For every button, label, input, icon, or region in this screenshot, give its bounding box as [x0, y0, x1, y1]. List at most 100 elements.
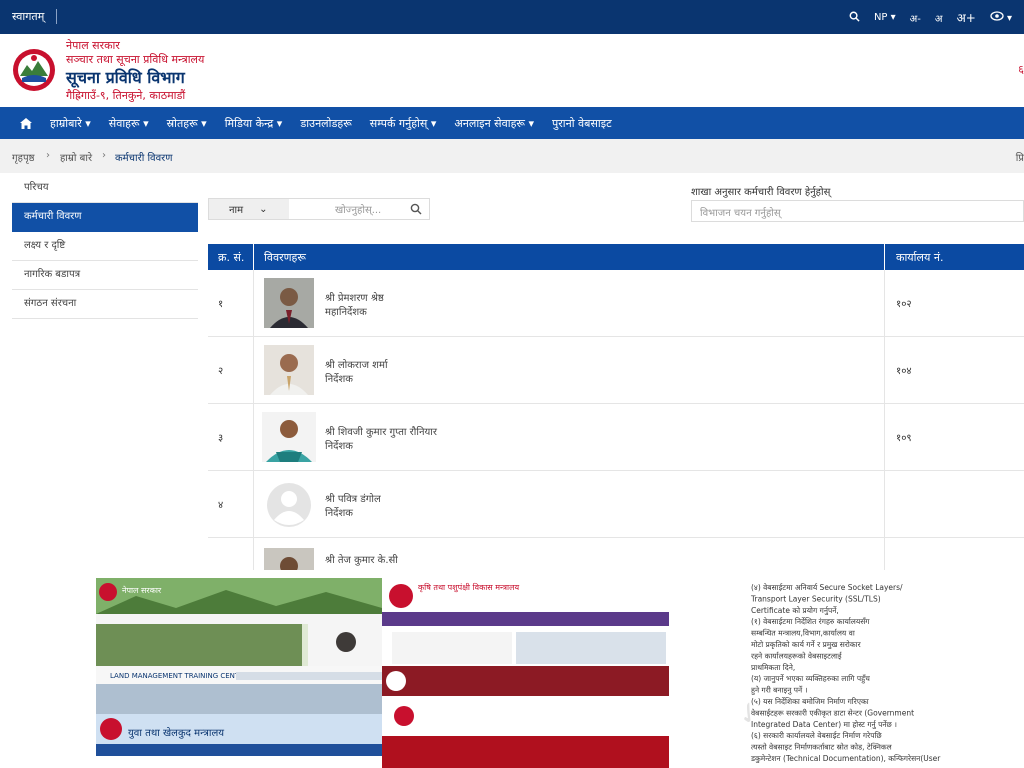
collage-site-4 — [382, 666, 669, 768]
collage-site-5: युवा तथा खेलकुद मन्त्रालय — [96, 714, 382, 768]
document-line: वेबसाईटहरू सरकारी एकीकृत डाटा सेन्टर (Go… — [751, 708, 914, 718]
collage-site-2-title: कृषि तथा पशुपंक्षी विकास मन्त्रालय — [418, 582, 520, 593]
collage-site-1: नेपाल सरकार — [96, 578, 382, 670]
collage-site-2: कृषि तथा पशुपंक्षी विकास मन्त्रालय — [382, 578, 669, 670]
document-line: त्यस्तो वेबसाइट निर्माणकर्ताबाट स्रोत को… — [751, 743, 893, 752]
table-row: श्री तेज कुमार के.सी — [208, 538, 1024, 570]
staff-name: श्री लोकराज शर्मा — [325, 360, 388, 371]
sidebar-item-introduction[interactable]: परिचय — [12, 174, 198, 203]
nav-item-resources[interactable]: स्रोतहरू ▾ — [167, 116, 207, 131]
chevron-right-icon: › — [102, 150, 106, 161]
breadcrumb-about[interactable]: हाम्रो बारे — [60, 150, 92, 164]
document-line: Transport Layer Security (SSL/TLS) — [750, 594, 881, 603]
staff-name: श्री तेज कुमार के.सी — [325, 555, 398, 566]
breadcrumb-home[interactable]: गृहपृष्ठ — [12, 150, 35, 164]
header-edge-text: ६ — [1018, 63, 1024, 76]
sidebar-item-vision[interactable]: लक्ष्य र दृष्टि — [12, 232, 198, 261]
document-line: डकुमेन्टेशन (Technical Documentation), क… — [750, 754, 941, 764]
document-line: (६) सरकारी कार्यालयले वेबसाईट निर्माण गर… — [751, 731, 882, 740]
nav-item-contact[interactable]: सम्पर्क गर्नुहोस् ▾ — [370, 116, 437, 131]
collage-site-4-title: युवा तथा खेलकुद मन्त्रालय — [128, 727, 224, 739]
font-smaller-button[interactable]: अ- — [910, 11, 921, 25]
header-office: कार्यालय नं. — [896, 251, 944, 264]
staff-role: निर्देशक — [325, 508, 353, 519]
staff-photo — [262, 412, 316, 462]
table-row: २ श्री लोकराज शर्मा निर्देशक १०४ — [208, 337, 1024, 404]
home-icon[interactable] — [16, 107, 36, 139]
search-field-select[interactable]: नाम ⌄ — [209, 199, 289, 219]
chevron-right-icon: › — [46, 150, 50, 161]
department-title: सूचना प्रविधि विभाग — [66, 68, 185, 87]
document-line: मोटो प्रकृतिको कार्य गर्ने र प्रमुख सरोक… — [751, 640, 862, 650]
staff-name: श्री शिवजी कुमार गुप्ता रौनियार — [325, 427, 437, 438]
utility-controls: NP ▾ अ- अ अ+ ▾ — [849, 9, 1012, 26]
document-line: Integrated Data Center) मा होस्ट गर्नु प… — [751, 720, 897, 730]
breadcrumb-edge-text: प्रि — [1015, 153, 1024, 164]
staff-photo — [264, 278, 314, 328]
document-line: (४) वेबसाईटमा अनिवार्य Secure Socket Lay… — [751, 583, 903, 592]
search-icon[interactable] — [403, 199, 429, 219]
language-select[interactable]: NP ▾ — [874, 12, 896, 23]
staff-table: क्र. सं. विवरणहरू कार्यालय नं. १ श्री प्… — [208, 244, 1024, 570]
emblem-logo[interactable] — [12, 48, 56, 92]
nav-item-online-services[interactable]: अनलाइन सेवाहरू ▾ — [454, 116, 534, 131]
language-label: NP — [873, 12, 888, 23]
staff-name: श्री प्रेमशरण श्रेष्ठ — [325, 293, 384, 304]
document-line: (य) जानुपर्ने भएका व्यक्तिहरुका लागि पहु… — [751, 674, 870, 684]
header-details: विवरणहरू — [264, 251, 306, 264]
government-label: नेपाल सरकार — [66, 39, 120, 52]
header-sn: क्र. सं. — [218, 251, 245, 264]
sidebar-item-staff-details[interactable]: कर्मचारी विवरण — [12, 203, 198, 232]
website-collage-overlay: नेपाल सरकार कृषि तथा पशुपंक्षी विकास मन्… — [96, 578, 1024, 768]
staff-photo — [264, 345, 314, 395]
sidebar-item-org-structure[interactable]: संगठन संरचना — [12, 290, 198, 319]
staff-name: श्री पवित्र डंगोल — [325, 494, 381, 505]
nav-item-about[interactable]: हाम्रोबारे ▾ — [50, 116, 91, 131]
welcome-text: स्वागतम् — [12, 9, 58, 24]
row-sn: ३ — [218, 433, 224, 444]
address-label: गैह्रिगाउँ-९, तिनकुने, काठमाडौं — [66, 89, 186, 102]
search-icon[interactable] — [849, 11, 860, 25]
nav-item-media-center[interactable]: मिडिया केन्द्र ▾ — [225, 116, 283, 131]
document-line: रहने कार्यालयहरूको वेबसाइटलाई — [751, 651, 843, 660]
row-sn: ४ — [218, 500, 224, 511]
collage-site-3: LAND MANAGEMENT TRAINING CENTER — [96, 666, 382, 716]
table-row: १ श्री प्रेमशरण श्रेष्ठ महानिर्देशक १०२ — [208, 270, 1024, 337]
font-larger-button[interactable]: अ+ — [957, 9, 976, 26]
document-line: (१) वेबसाईटमा निर्देशित रंगहरु कार्यालयस… — [751, 617, 870, 626]
chevron-down-icon: ▾ — [890, 12, 896, 23]
row-sn: २ — [218, 366, 224, 377]
breadcrumb: गृहपृष्ठ › हाम्रो बारे › कर्मचारी विवरण … — [0, 139, 1024, 173]
collage-site-3-title: LAND MANAGEMENT TRAINING CENTER — [110, 672, 249, 680]
ministry-label: सञ्चार तथा सूचना प्रविधि मन्त्रालय — [66, 53, 205, 66]
nav-item-services[interactable]: सेवाहरू ▾ — [109, 116, 149, 131]
branch-select[interactable]: विभाजन चयन गर्नुहोस् — [691, 200, 1024, 222]
nav-item-downloads[interactable]: डाउनलोडहरू — [300, 116, 351, 131]
document-line: (५) यस निर्देशिका बमोजिम निर्माण गरिएका — [751, 697, 870, 706]
document-line: प्राथमिकता दिने, — [751, 663, 795, 672]
main-nav: हाम्रोबारे ▾ सेवाहरू ▾ स्रोतहरू ▾ मिडिया… — [0, 107, 1024, 139]
nav-item-old-website[interactable]: पुरानो वेबसाइट — [552, 116, 612, 131]
staff-photo — [264, 548, 314, 570]
staff-role: महानिर्देशक — [325, 307, 367, 318]
search-input[interactable]: खोज्नुहोस्... — [289, 199, 403, 219]
search-filter: नाम ⌄ खोज्नुहोस्... — [208, 198, 430, 220]
table-row: ३ श्री शिवजी कुमार गुप्ता रौनियार निर्दे… — [208, 404, 1024, 471]
breadcrumb-current: कर्मचारी विवरण — [115, 153, 173, 164]
staff-role: निर्देशक — [325, 374, 353, 385]
top-utility-bar: स्वागतम् NP ▾ अ- अ अ+ ▾ — [0, 0, 1024, 34]
font-normal-button[interactable]: अ — [935, 11, 943, 25]
site-header: नेपाल सरकार सञ्चार तथा सूचना प्रविधि मन्… — [0, 34, 1024, 107]
branch-filter-label: शाखा अनुसार कर्मचारी विवरण हेर्नुहोस् — [691, 187, 831, 198]
avatar-placeholder-icon — [264, 480, 314, 530]
table-header: क्र. सं. विवरणहरू कार्यालय नं. — [208, 244, 1024, 270]
collage-site-1-title: नेपाल सरकार — [122, 585, 162, 595]
sidebar-item-citizen-charter[interactable]: नागरिक बडापत्र — [12, 261, 198, 290]
eye-icon[interactable]: ▾ — [990, 11, 1012, 24]
table-row: ४ श्री पवित्र डंगोल निर्देशक — [208, 471, 1024, 538]
sidebar: परिचय कर्मचारी विवरण लक्ष्य र दृष्टि नाग… — [12, 174, 198, 319]
staff-office-number: १०९ — [896, 433, 912, 444]
document-line: हुने गरी बनाइनु पर्ने । — [751, 686, 808, 696]
document-line: Certificate को प्रयोग गर्नुपर्ने, — [751, 606, 839, 616]
staff-office-number: १०२ — [896, 299, 912, 310]
